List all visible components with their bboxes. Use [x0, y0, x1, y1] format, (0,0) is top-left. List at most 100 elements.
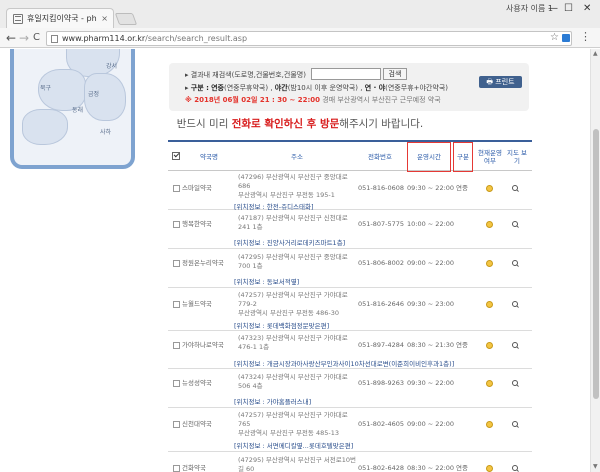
- type-legend-desc: (밤10시 이후 운영약국) ,: [287, 84, 363, 92]
- reload-icon[interactable]: C: [33, 30, 40, 46]
- forward-icon[interactable]: →: [19, 30, 29, 46]
- pharmacy-tel: 051-802-4605: [358, 420, 405, 428]
- url-host: www.pharm114.or.kr: [62, 34, 146, 43]
- research-label: 결과내 재검색(도로명,건물번호,건물명): [190, 71, 306, 79]
- pharmacy-name[interactable]: 뉴성성약국: [182, 379, 212, 388]
- pharmacy-address: (47257) 부산광역시 부산진구 가야대로 779-2: [238, 291, 348, 308]
- pharmacy-address-lot: 부산광역시 부산진구 부전동 485-13: [238, 429, 339, 437]
- back-icon[interactable]: ←: [6, 30, 16, 46]
- pharmacy-address: (47296) 부산광역시 부산진구 중앙대로 686: [238, 173, 348, 190]
- pharmacy-address-lot: 부산광역시 부산진구 부전동 486-30: [238, 309, 339, 317]
- map-search-icon[interactable]: [512, 221, 519, 228]
- header-map: 지도 보기: [506, 148, 527, 165]
- map-search-icon[interactable]: [512, 301, 519, 308]
- map-search-icon[interactable]: [512, 465, 519, 472]
- select-all-checkbox[interactable]: [172, 152, 180, 160]
- row-checkbox[interactable]: [173, 465, 180, 472]
- address-bar[interactable]: www.pharm114.or.kr/search/search_result.…: [46, 31, 572, 46]
- page-scrollbar[interactable]: ▲ ▼: [590, 49, 600, 472]
- page-content: 강서 북구 금정 동래 사하 ▸ 결과내 재검색(도로명,건물번호,건물명) 검…: [0, 49, 600, 472]
- open-status-icon: [486, 342, 493, 349]
- date-range: ※ 2018년 06월 02일 21 : 30 ~ 22:00: [185, 96, 321, 104]
- header-address: 주소: [291, 152, 303, 161]
- open-status-icon: [486, 421, 493, 428]
- pharmacy-address-lot: 부산광역시 부산진구 부전동 195-1: [238, 191, 335, 199]
- page-info-icon[interactable]: [51, 34, 58, 43]
- extension-icon[interactable]: [562, 34, 570, 42]
- scrollbar-thumb[interactable]: [593, 129, 599, 399]
- table-row[interactable]: 뉴월드약국 (47257) 부산광역시 부산진구 가야대로 779-2 부산광역…: [168, 289, 532, 331]
- map-label: 동래: [72, 107, 84, 114]
- table-row[interactable]: 가야하나로약국 (47323) 부산광역시 부산진구 가야대로 476-1 1층…: [168, 332, 532, 369]
- research-input[interactable]: [311, 68, 381, 80]
- pharmacy-name[interactable]: 신천대약국: [182, 420, 212, 429]
- pharmacy-location: [위치정보 : 가야홈플러스내]: [234, 398, 312, 406]
- pharmacy-hours: 08:30 ~ 21:30: [407, 341, 455, 349]
- region-info: 경매 부산광역시 부산진구 근무예정 약국: [322, 96, 441, 104]
- pharmacy-type: 연중: [456, 184, 468, 192]
- map-search-icon[interactable]: [512, 421, 519, 428]
- table-row[interactable]: 건화약국 (47295) 부산광역시 부산진구 서전로10번길 60 051-8…: [168, 453, 532, 472]
- browser-tab[interactable]: 휴일지킴이약국 - pharm ×: [6, 8, 114, 28]
- table-header: 약국명 주소 전화번호 운영시간 구분 현재운영 여부 지도 보기: [168, 140, 532, 172]
- table-row[interactable]: 스마일약국 (47296) 부산광역시 부산진구 중앙대로 686 부산광역시 …: [168, 171, 532, 211]
- table-row[interactable]: 신천대약국 (47257) 부산광역시 부산진구 가야대로 765 부산광역시 …: [168, 409, 532, 452]
- profile-name[interactable]: 사용자 이름 1: [506, 3, 553, 14]
- pharmacy-name[interactable]: 정원온누리약국: [182, 259, 224, 268]
- search-button[interactable]: 검색: [383, 68, 407, 80]
- maximize-icon[interactable]: ☐: [564, 3, 573, 14]
- bookmark-star-icon[interactable]: ☆: [550, 32, 559, 43]
- type-legend-desc: (연중무휴약국) ,: [224, 84, 273, 92]
- pharmacy-name[interactable]: 행복한약국: [182, 220, 212, 229]
- highlight-box-type: [453, 142, 473, 172]
- row-checkbox[interactable]: [173, 260, 180, 267]
- pharmacy-type: 연중: [456, 464, 468, 472]
- pharmacy-tel: 051-807-5775: [358, 220, 405, 228]
- print-button[interactable]: 🖶 프린트: [479, 76, 522, 88]
- row-checkbox[interactable]: [173, 301, 180, 308]
- header-status: 현재운영 여부: [478, 148, 502, 165]
- map-search-icon[interactable]: [512, 342, 519, 349]
- pharmacy-location: [위치정보 : 한전-쥬디스태화]: [234, 203, 314, 211]
- pharmacy-location: [위치정보 : 서면메디칼옆...롯데호텔맞은편]: [234, 442, 354, 450]
- notice-text: 해주시기 바랍니다.: [339, 118, 424, 130]
- pharmacy-name[interactable]: 가야하나로약국: [182, 341, 224, 350]
- map-search-icon[interactable]: [512, 260, 519, 267]
- map-label: 금정: [88, 91, 100, 98]
- tab-close-icon[interactable]: ×: [101, 14, 113, 23]
- type-legend-desc: (연중무휴+야간약국): [385, 84, 448, 92]
- close-window-icon[interactable]: ✕: [583, 3, 591, 14]
- pharmacy-name[interactable]: 뉴월드약국: [182, 300, 212, 309]
- pharmacy-name[interactable]: 스마일약국: [182, 184, 212, 193]
- row-checkbox[interactable]: [173, 380, 180, 387]
- call-ahead-notice: 반드시 미리 전화로 확인하신 후 방문해주시기 바랍니다.: [0, 116, 600, 131]
- row-checkbox[interactable]: [173, 421, 180, 428]
- open-status-icon: [486, 301, 493, 308]
- notice-highlight: 전화로 확인하신 후 방문: [231, 118, 340, 130]
- region-map[interactable]: 강서 북구 금정 동래 사하: [10, 49, 135, 169]
- pharmacy-hours: 09:30 ~ 22:00: [407, 379, 455, 387]
- pharmacy-hours: 09:00 ~ 22:00: [407, 420, 455, 428]
- map-search-icon[interactable]: [512, 185, 519, 192]
- minimize-icon[interactable]: —: [548, 3, 558, 14]
- table-row[interactable]: 뉴성성약국 (47324) 부산광역시 부산진구 가야대로 506 4층 051…: [168, 370, 532, 408]
- map-search-icon[interactable]: [512, 380, 519, 387]
- scroll-up-icon[interactable]: ▲: [593, 50, 598, 57]
- row-checkbox[interactable]: [173, 342, 180, 349]
- scroll-down-icon[interactable]: ▼: [593, 463, 598, 470]
- browser-menu-icon[interactable]: ⋮: [580, 30, 591, 43]
- pharmacy-tel: 051-897-4284: [358, 341, 405, 349]
- row-checkbox[interactable]: [173, 185, 180, 192]
- row-checkbox[interactable]: [173, 221, 180, 228]
- pharmacy-hours: 09:30 ~ 22:00: [407, 184, 455, 192]
- new-tab-button[interactable]: [114, 13, 138, 25]
- browser-toolbar: ← → C www.pharm114.or.kr/search/search_r…: [0, 28, 600, 48]
- pharmacy-name[interactable]: 건화약국: [182, 464, 206, 472]
- pharmacy-address: (47187) 부산광역시 부산진구 신천대로 241 1층: [238, 214, 348, 231]
- browser-title-bar: 휴일지킴이약국 - pharm × 사용자 이름 1 — ☐ ✕: [0, 0, 600, 28]
- open-status-icon: [486, 260, 493, 267]
- pharmacy-address: (47295) 부산광역시 부산진구 서전로10번길 60: [238, 456, 356, 472]
- table-row[interactable]: 정원온누리약국 (47295) 부산광역시 부산진구 중앙대로 700 1층 0…: [168, 250, 532, 288]
- table-row[interactable]: 행복한약국 (47187) 부산광역시 부산진구 신천대로 241 1층 051…: [168, 211, 532, 249]
- highlight-box-hours: [407, 142, 451, 172]
